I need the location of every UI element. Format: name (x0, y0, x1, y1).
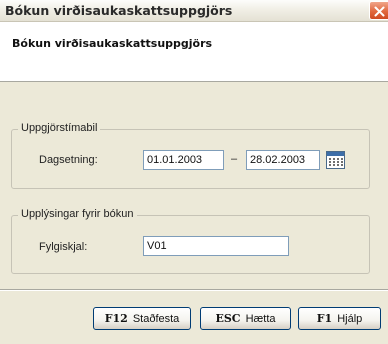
posting-group: Upplýsingar fyrir bókun Fylgiskjal: V01 (11, 208, 370, 274)
header-panel: Bókun virðisaukaskattsuppgjörs (0, 22, 388, 82)
header-title: Bókun virðisaukaskattsuppgjörs (12, 37, 213, 50)
close-button[interactable] (369, 1, 388, 20)
help-shortcut: F1 (316, 312, 333, 325)
calendar-icon[interactable] (326, 151, 345, 169)
window-title: Bókun virðisaukaskattsuppgjörs (5, 3, 233, 18)
title-bar: Bókun virðisaukaskattsuppgjörs (0, 0, 388, 22)
date-label: Dagsetning: (39, 154, 98, 166)
confirm-button[interactable]: F12 Staðfesta (93, 307, 191, 330)
footer-separator (0, 289, 388, 291)
close-icon (374, 6, 385, 17)
cancel-label: Hætta (245, 313, 276, 325)
period-group-legend: Uppgjörstímabil (18, 122, 101, 134)
dialog-body: Uppgjörstímabil Dagsetning: 01.01.2003 –… (0, 82, 388, 344)
cancel-button[interactable]: ESC Hætta (200, 307, 291, 330)
period-group: Uppgjörstímabil Dagsetning: 01.01.2003 –… (11, 122, 370, 189)
confirm-shortcut: F12 (104, 312, 128, 325)
document-field[interactable]: V01 (143, 236, 289, 256)
date-to-field[interactable]: 28.02.2003 (246, 150, 320, 170)
cancel-shortcut: ESC (215, 312, 241, 325)
date-range-separator: – (231, 153, 238, 165)
help-button[interactable]: F1 Hjálp (298, 307, 381, 330)
help-label: Hjálp (337, 313, 363, 325)
date-from-field[interactable]: 01.01.2003 (143, 150, 224, 170)
confirm-label: Staðfesta (132, 313, 180, 325)
document-label: Fylgiskjal: (39, 241, 88, 253)
posting-group-legend: Upplýsingar fyrir bókun (18, 208, 137, 220)
